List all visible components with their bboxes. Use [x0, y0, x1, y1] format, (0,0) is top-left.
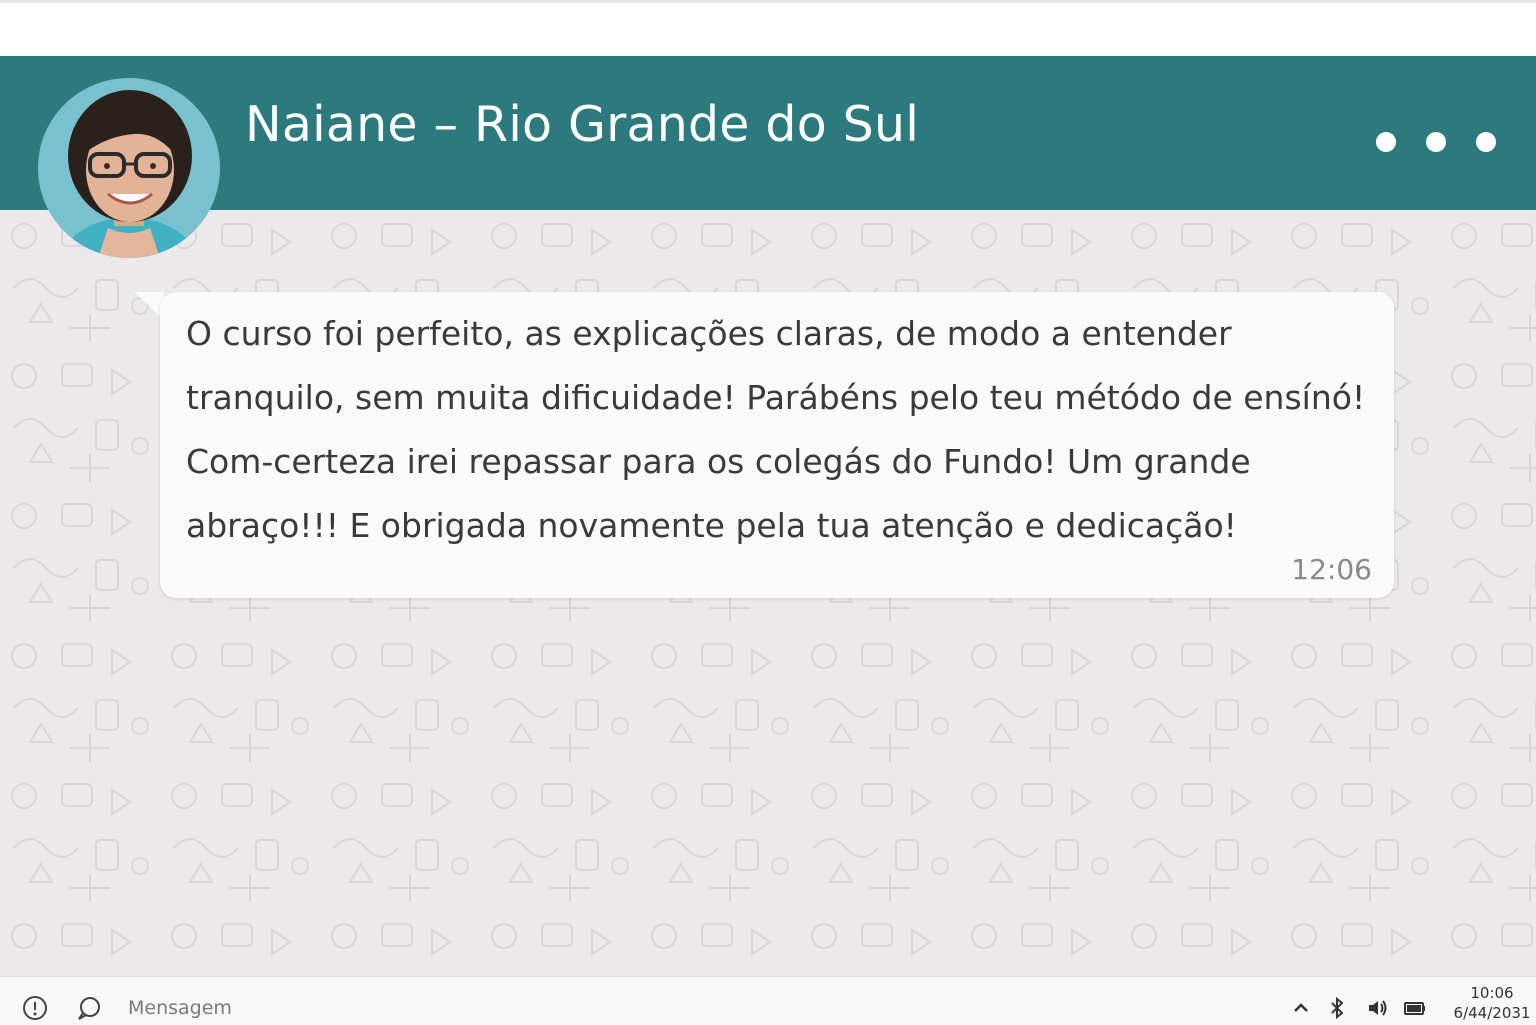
incoming-message-bubble[interactable]: O curso foi perfeito, as explicações cla…: [160, 292, 1394, 598]
contact-name[interactable]: Naiane – Rio Grande do Sul: [245, 96, 919, 153]
message-line: tranquilo, sem muita dificuidade! Parábé…: [186, 378, 1366, 417]
clock-time: 10:06: [1470, 984, 1514, 1002]
info-icon[interactable]: [22, 995, 48, 1021]
message-line: Com-certeza irei repassar para os colegá…: [186, 442, 1251, 481]
system-clock[interactable]: 10:06 6/44/2031: [1448, 983, 1536, 1023]
message-input[interactable]: [118, 993, 1138, 1023]
message-line: O curso foi perfeito, as explicações cla…: [186, 314, 1232, 353]
chat-area[interactable]: O curso foi perfeito, as explicações cla…: [0, 210, 1536, 976]
bluetooth-icon[interactable]: [1326, 996, 1348, 1020]
message-text: O curso foi perfeito, as explicações cla…: [186, 302, 1376, 558]
chevron-up-icon[interactable]: [1290, 997, 1312, 1019]
more-options-button[interactable]: [1366, 122, 1506, 162]
menu-dot-icon: [1426, 132, 1446, 152]
window-top-strip: [0, 0, 1536, 56]
message-timestamp: 12:06: [1291, 553, 1372, 586]
message-composer-bar: 10:06 6/44/2031: [0, 976, 1536, 1024]
chat-bubble-icon[interactable]: [76, 995, 102, 1021]
avatar-photo-icon: [38, 78, 220, 258]
menu-dot-icon: [1476, 132, 1496, 152]
menu-dot-icon: [1376, 132, 1396, 152]
clock-date: 6/44/2031: [1453, 1004, 1531, 1022]
message-line: abraço!!! E obrigada novamente pela tua …: [186, 506, 1237, 545]
battery-icon[interactable]: [1404, 997, 1426, 1019]
contact-avatar[interactable]: [38, 78, 220, 258]
volume-icon[interactable]: [1366, 997, 1388, 1019]
